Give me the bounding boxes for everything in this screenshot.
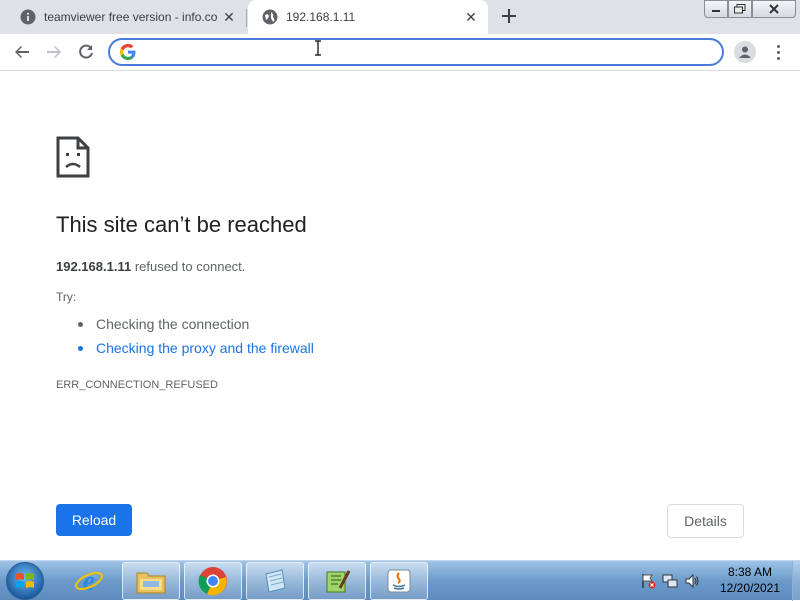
address-bar[interactable] (108, 38, 724, 66)
host-name: 192.168.1.11 (56, 259, 132, 274)
text-cursor-icon (315, 40, 321, 56)
taskbar-chrome-button[interactable] (184, 562, 242, 600)
taskbar-clock[interactable]: 8:38 AM 12/20/2021 (712, 564, 788, 596)
ie-icon: e (75, 566, 103, 596)
windows-logo-icon (16, 573, 34, 588)
plus-icon (502, 9, 516, 23)
taskbar-notepad-button[interactable] (246, 562, 304, 600)
network-icon[interactable] (662, 573, 678, 589)
profile-icon (739, 46, 751, 58)
system-tray (640, 569, 700, 593)
action-center-flag-icon[interactable] (640, 573, 656, 589)
reload-button[interactable]: Reload (56, 504, 132, 536)
taskbar-java-button[interactable] (370, 562, 428, 600)
google-icon (120, 44, 136, 60)
restore-button[interactable] (728, 0, 752, 18)
restore-icon (734, 4, 746, 14)
reload-page-button[interactable] (74, 40, 98, 64)
new-tab-button[interactable] (498, 5, 520, 27)
profile-button[interactable] (734, 41, 756, 63)
explorer-folder-icon (136, 572, 166, 594)
taskbar: e 8:38 AM 12/20/2021 (0, 560, 800, 601)
menu-dots-icon[interactable] (768, 42, 788, 62)
back-button[interactable] (10, 40, 34, 64)
forward-button[interactable] (42, 40, 66, 64)
tab-divider (246, 9, 247, 27)
message-suffix: refused to connect. (134, 259, 246, 274)
clock-date: 12/20/2021 (719, 581, 781, 595)
close-tab-icon[interactable]: ✕ (220, 8, 238, 26)
error-message: 192.168.1.11 refused to connect. (56, 259, 245, 274)
close-icon (769, 4, 779, 14)
reload-icon (79, 44, 93, 59)
error-code: ERR_CONNECTION_REFUSED (56, 379, 218, 391)
close-window-button[interactable] (752, 0, 796, 18)
suggestions-list: Checking the connection Checking the pro… (78, 312, 314, 360)
forward-arrow-icon (47, 46, 61, 58)
minimize-button[interactable] (704, 0, 728, 18)
tab-title: 192.168.1.11 (286, 10, 356, 24)
notepad-icon (265, 569, 286, 593)
clock-time: 8:38 AM (727, 565, 773, 579)
close-tab-icon[interactable]: ✕ (462, 8, 480, 26)
details-button[interactable]: Details (667, 504, 744, 538)
taskbar-notepad-plus-button[interactable] (308, 562, 366, 600)
try-label: Try: (56, 290, 77, 304)
tab-192-168-1-11[interactable]: 192.168.1.11 ✕ (248, 0, 488, 34)
java-icon (387, 569, 411, 593)
suggestion-check-connection: Checking the connection (78, 312, 314, 336)
back-arrow-icon (15, 46, 29, 58)
sad-page-icon (56, 136, 90, 178)
show-desktop-button[interactable] (792, 561, 800, 601)
error-page: This site can’t be reached 192.168.1.11 … (0, 72, 800, 560)
volume-icon[interactable] (684, 573, 700, 589)
taskbar-ie-button[interactable]: e (60, 562, 118, 600)
globe-icon (262, 9, 278, 25)
notepad-plus-icon (326, 570, 351, 593)
suggestion-check-proxy-link[interactable]: Checking the proxy and the firewall (78, 336, 314, 360)
taskbar-explorer-button[interactable] (122, 562, 180, 600)
start-button[interactable] (6, 562, 44, 600)
tab-teamviewer[interactable]: teamviewer free version - info.co ✕ (6, 0, 246, 34)
svg-text:e: e (83, 566, 95, 596)
browser-toolbar (0, 34, 800, 71)
minimize-icon (712, 10, 720, 12)
tab-title: teamviewer free version - info.co (44, 10, 218, 24)
page-title: This site can’t be reached (56, 212, 307, 237)
tab-strip: teamviewer free version - info.co ✕ 192.… (0, 0, 800, 34)
address-input[interactable] (142, 42, 712, 62)
chrome-icon (198, 567, 227, 596)
info-icon (20, 9, 36, 25)
